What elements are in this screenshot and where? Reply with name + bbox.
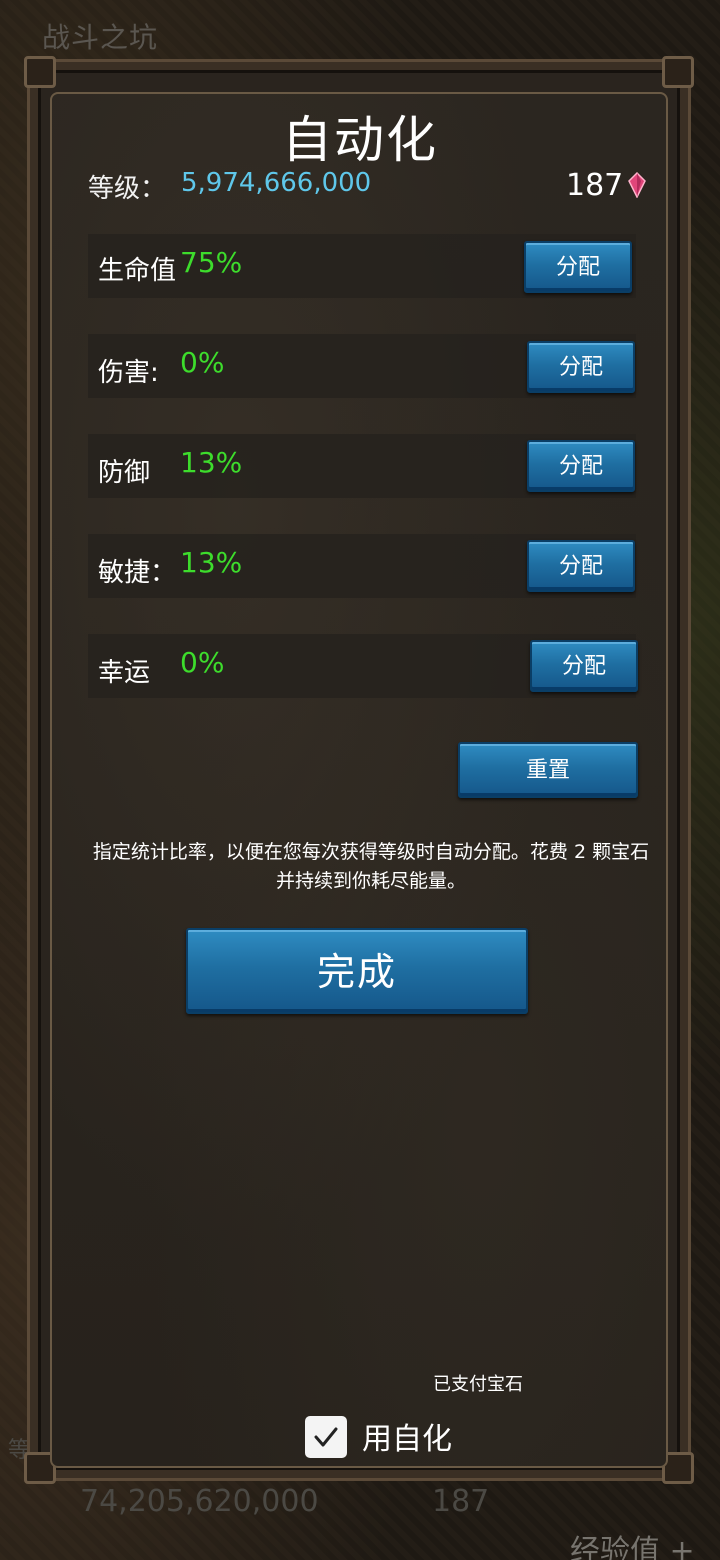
frame-corner-ornament xyxy=(24,56,56,88)
allocate-button-health[interactable]: 分配 xyxy=(524,241,632,293)
stat-label: 敏捷： xyxy=(98,558,177,588)
stat-label: 生命值 xyxy=(98,256,177,286)
stat-label: 防御 xyxy=(98,458,151,488)
automation-description: 指定统计比率，以便在您每次获得等级时自动分配。花费 2 颗宝石并持续到你耗尽能量… xyxy=(92,841,650,892)
stat-label: 伤害: xyxy=(98,358,159,388)
done-button[interactable]: 完成 xyxy=(186,928,528,1014)
stat-label: 幸运 xyxy=(98,658,151,688)
gem-count: 187 xyxy=(566,168,624,203)
allocate-button-defense[interactable]: 分配 xyxy=(527,440,635,492)
background-level-value: 74,205,620,000 xyxy=(80,1484,319,1519)
automation-checkbox[interactable] xyxy=(305,1416,347,1458)
screen-title: 战斗之坑 xyxy=(42,21,159,54)
reset-button[interactable]: 重置 xyxy=(458,742,638,798)
level-value: 5,974,666,000 xyxy=(181,168,372,198)
allocate-button-agility[interactable]: 分配 xyxy=(527,540,635,592)
stat-value: 0% xyxy=(180,346,225,379)
level-label: 等级： xyxy=(88,174,167,204)
stat-value: 13% xyxy=(180,446,243,479)
background-exp-label: 经验值 + xyxy=(570,1534,695,1560)
stat-value: 13% xyxy=(180,546,243,579)
allocate-button-luck[interactable]: 分配 xyxy=(530,640,638,692)
background-gem-count: 187 xyxy=(432,1484,490,1519)
pink-gem-icon xyxy=(628,172,646,198)
frame-corner-ornament xyxy=(662,56,694,88)
checkmark-icon xyxy=(314,1427,338,1447)
paid-gems-label: 已支付宝石 xyxy=(433,1374,523,1395)
stat-value: 75% xyxy=(180,246,243,279)
stat-value: 0% xyxy=(180,646,225,679)
allocate-button-damage[interactable]: 分配 xyxy=(527,341,635,393)
dialog-title: 自动化 xyxy=(282,111,438,169)
automation-checkbox-label[interactable]: 用自化 xyxy=(362,1414,452,1458)
